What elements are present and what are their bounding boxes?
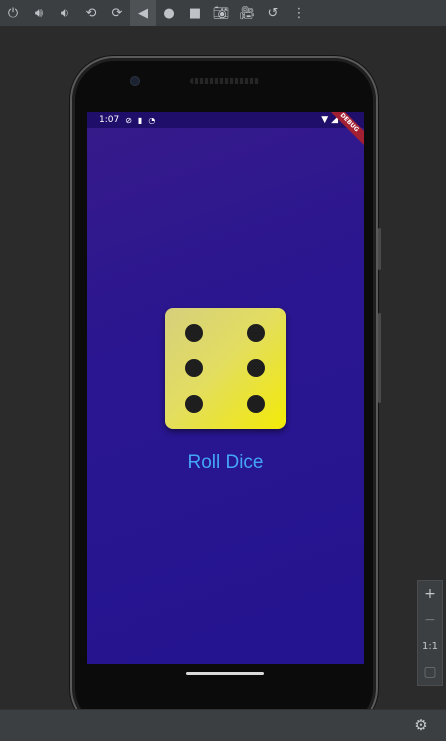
emulator-toolbar: ⏻ 🔊︎ 🔉︎ ⟲ ⟳ ◀ ● ■ 📷︎ 🎥︎ ↺ ⋮ <box>0 0 446 26</box>
rotate-left-icon[interactable]: ⟲ <box>78 0 104 26</box>
zoom-controls: + − 1:1 ▢ <box>417 580 443 686</box>
more-icon[interactable]: ⋮ <box>286 0 312 26</box>
earpiece-speaker <box>190 78 260 84</box>
dice-image[interactable] <box>165 308 286 429</box>
status-time: 1:07 <box>99 115 120 125</box>
rotate-right-icon[interactable]: ⟳ <box>104 0 130 26</box>
fit-screen-icon[interactable]: ▢ <box>418 659 442 685</box>
roll-dice-button[interactable]: Roll Dice <box>87 452 364 474</box>
front-camera <box>130 76 140 86</box>
power-icon[interactable]: ⏻ <box>0 0 26 26</box>
dice-pip <box>247 395 265 413</box>
home-icon[interactable]: ● <box>156 0 182 26</box>
dice-pip <box>247 359 265 377</box>
volume-down-icon[interactable]: 🔉︎ <box>52 0 78 26</box>
camera-icon[interactable]: 📷︎ <box>208 0 234 26</box>
zoom-in-button[interactable]: + <box>418 581 442 607</box>
dnd-icon: ⊘ <box>125 115 132 125</box>
dice-pip <box>185 324 203 342</box>
gesture-home-bar[interactable] <box>186 672 264 675</box>
actual-size-button[interactable]: 1:1 <box>418 633 442 659</box>
replay-icon[interactable]: ↺ <box>260 0 286 26</box>
notification-icon: ◔ <box>148 115 156 125</box>
overview-icon[interactable]: ■ <box>182 0 208 26</box>
volume-up-icon[interactable]: 🔊︎ <box>26 0 52 26</box>
wifi-icon: ▼ <box>321 115 329 125</box>
phone-power-key <box>378 228 381 270</box>
emulator-area: 1:07 ⊘ ▮ ◔ ▼ ◢ ▮ DEBUG Roll Dice <box>0 26 446 732</box>
zoom-out-button[interactable]: − <box>418 607 442 633</box>
gear-icon[interactable]: ⚙ <box>410 714 432 736</box>
sd-card-icon: ▮ <box>137 115 143 125</box>
status-bar: 1:07 ⊘ ▮ ◔ ▼ ◢ ▮ <box>87 112 364 128</box>
phone-frame: 1:07 ⊘ ▮ ◔ ▼ ◢ ▮ DEBUG Roll Dice <box>70 56 381 732</box>
record-icon[interactable]: 🎥︎ <box>234 0 260 26</box>
phone-volume-key <box>378 313 381 403</box>
dice-pip <box>247 324 265 342</box>
emulator-bottom-bar: ⚙ <box>0 709 446 741</box>
device-screen[interactable]: 1:07 ⊘ ▮ ◔ ▼ ◢ ▮ DEBUG Roll Dice <box>87 112 364 664</box>
back-icon[interactable]: ◀ <box>130 0 156 26</box>
dice-pip <box>185 359 203 377</box>
dice-pip <box>185 395 203 413</box>
